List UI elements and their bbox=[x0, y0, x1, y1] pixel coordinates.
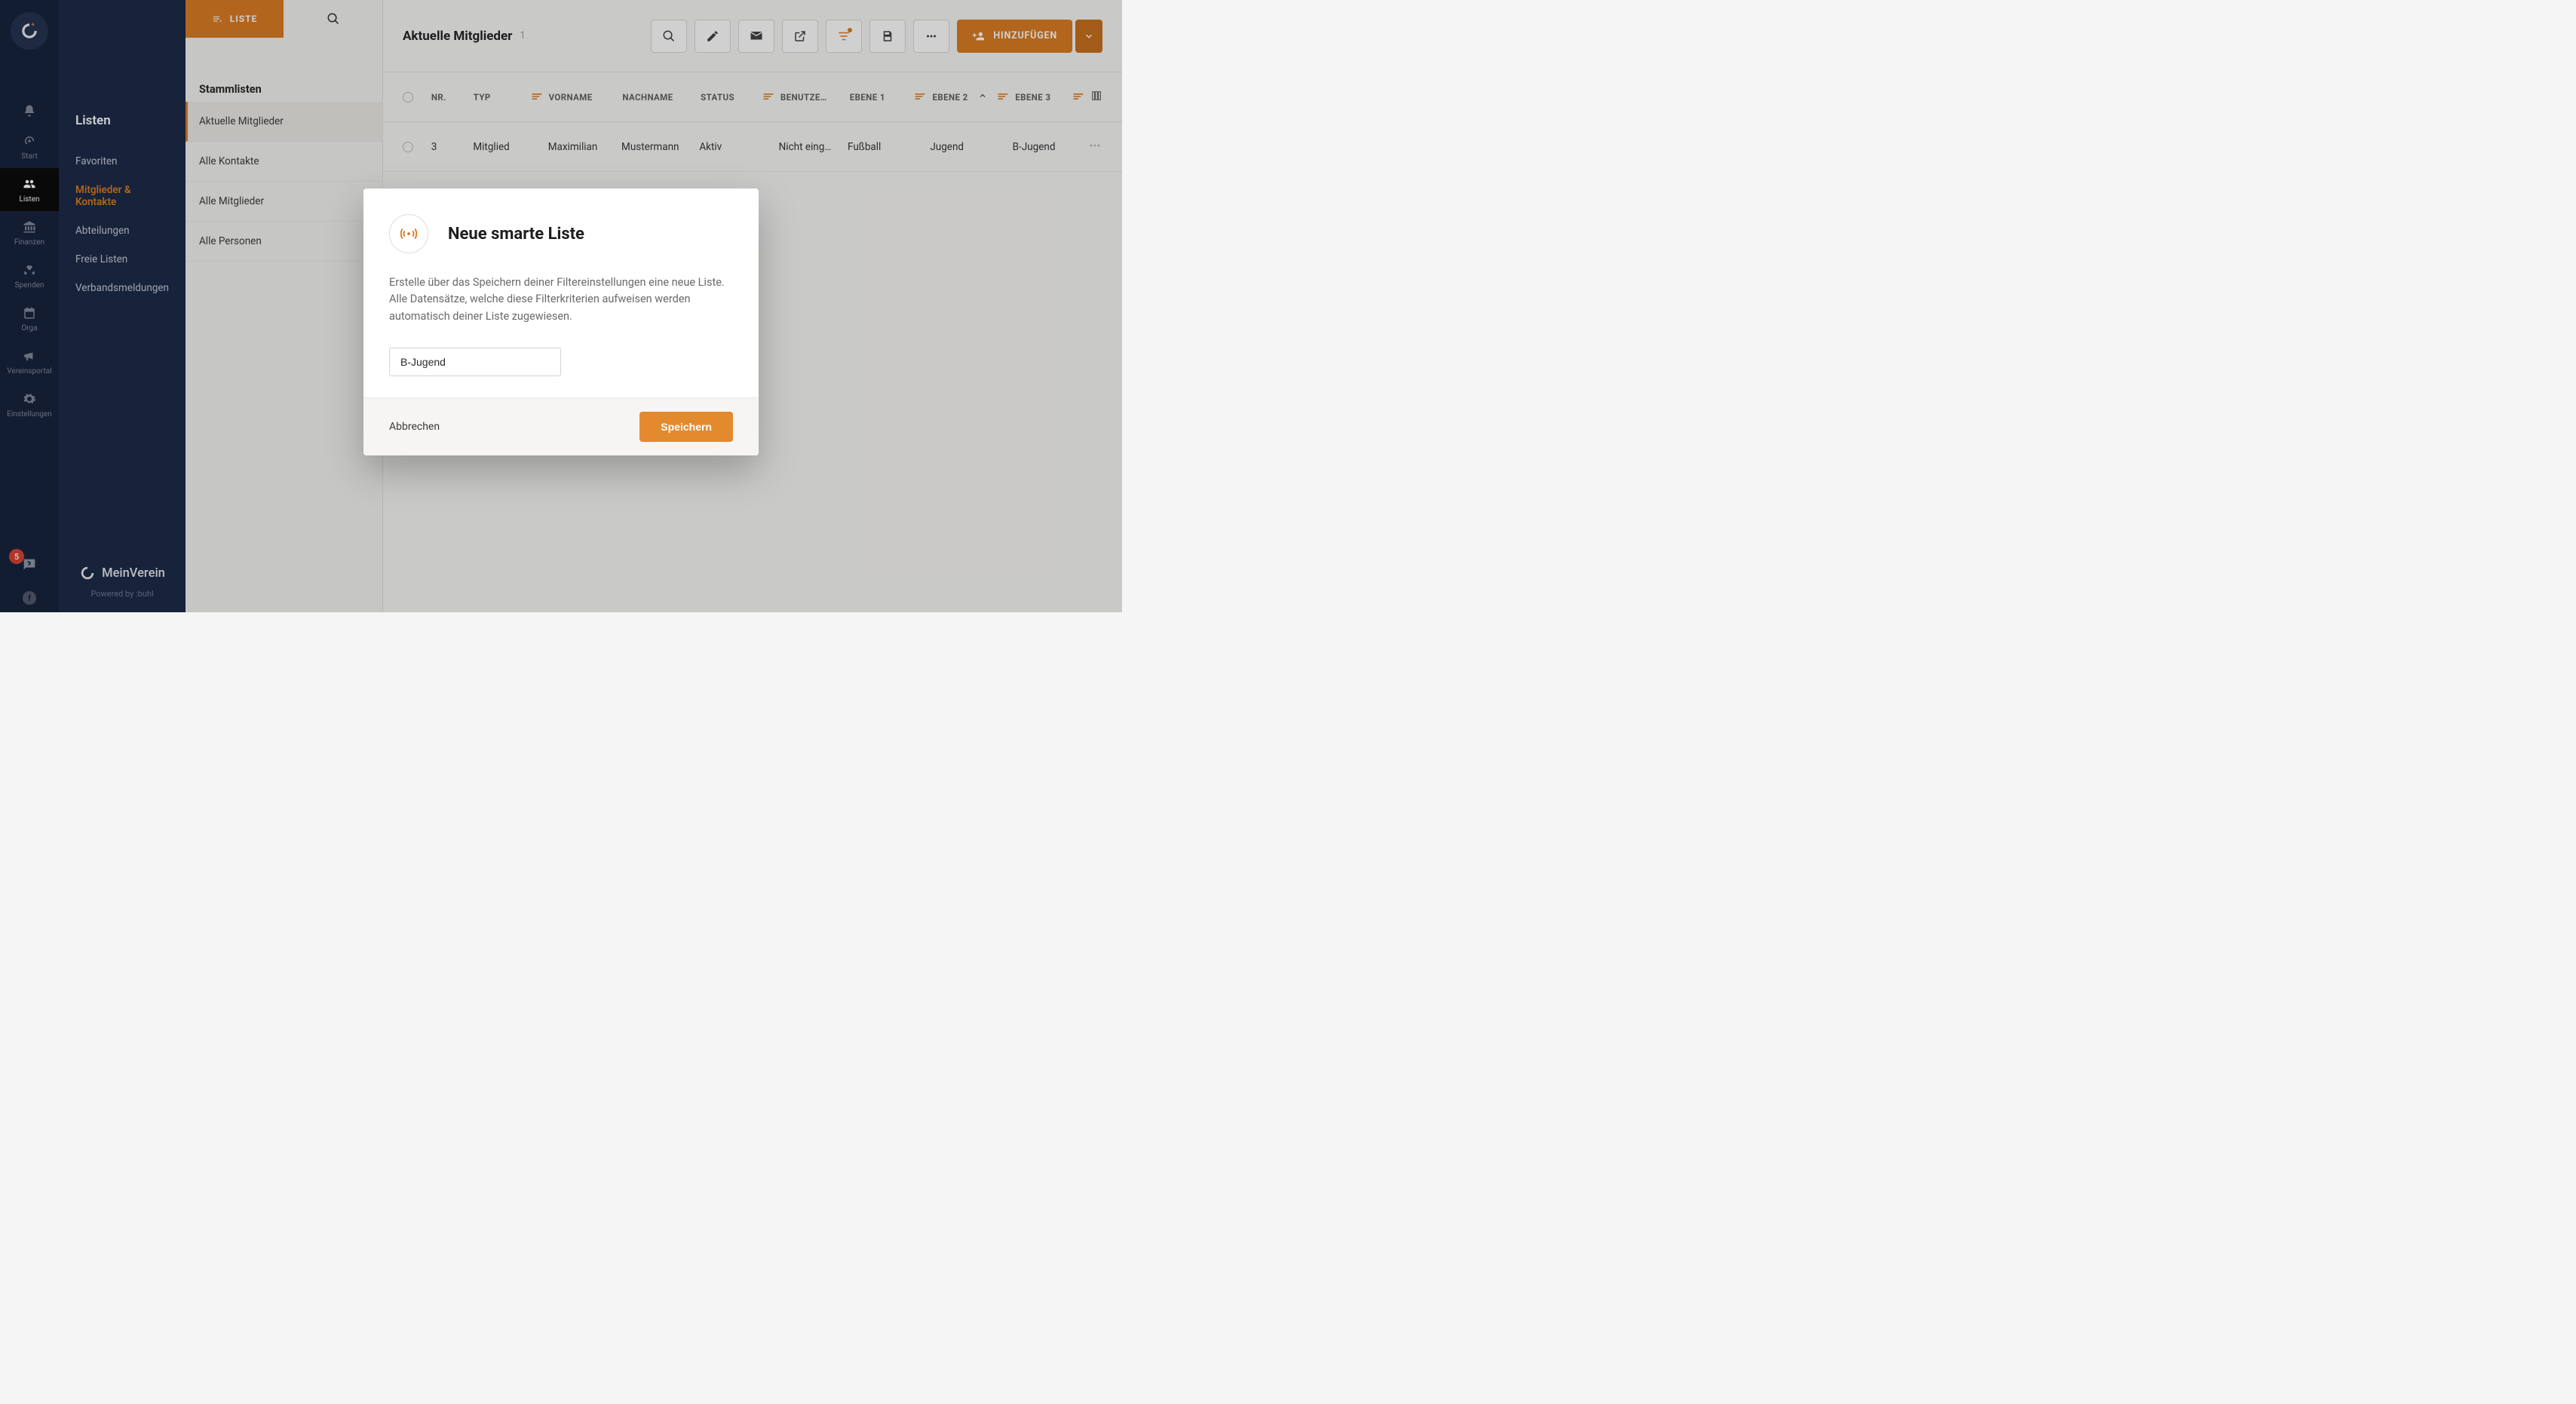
cancel-button[interactable]: Abbrechen bbox=[389, 421, 440, 433]
modal-description: Erstelle über das Speichern deiner Filte… bbox=[389, 274, 733, 325]
modal-title: Neue smarte Liste bbox=[448, 225, 584, 244]
modal-footer: Abbrechen Speichern bbox=[363, 397, 759, 455]
modal-overlay: Neue smarte Liste Erstelle über das Spei… bbox=[0, 0, 1122, 612]
list-name-input[interactable] bbox=[389, 348, 561, 376]
new-smart-list-modal: Neue smarte Liste Erstelle über das Spei… bbox=[363, 189, 759, 455]
broadcast-icon bbox=[389, 214, 428, 253]
save-button[interactable]: Speichern bbox=[639, 412, 733, 442]
